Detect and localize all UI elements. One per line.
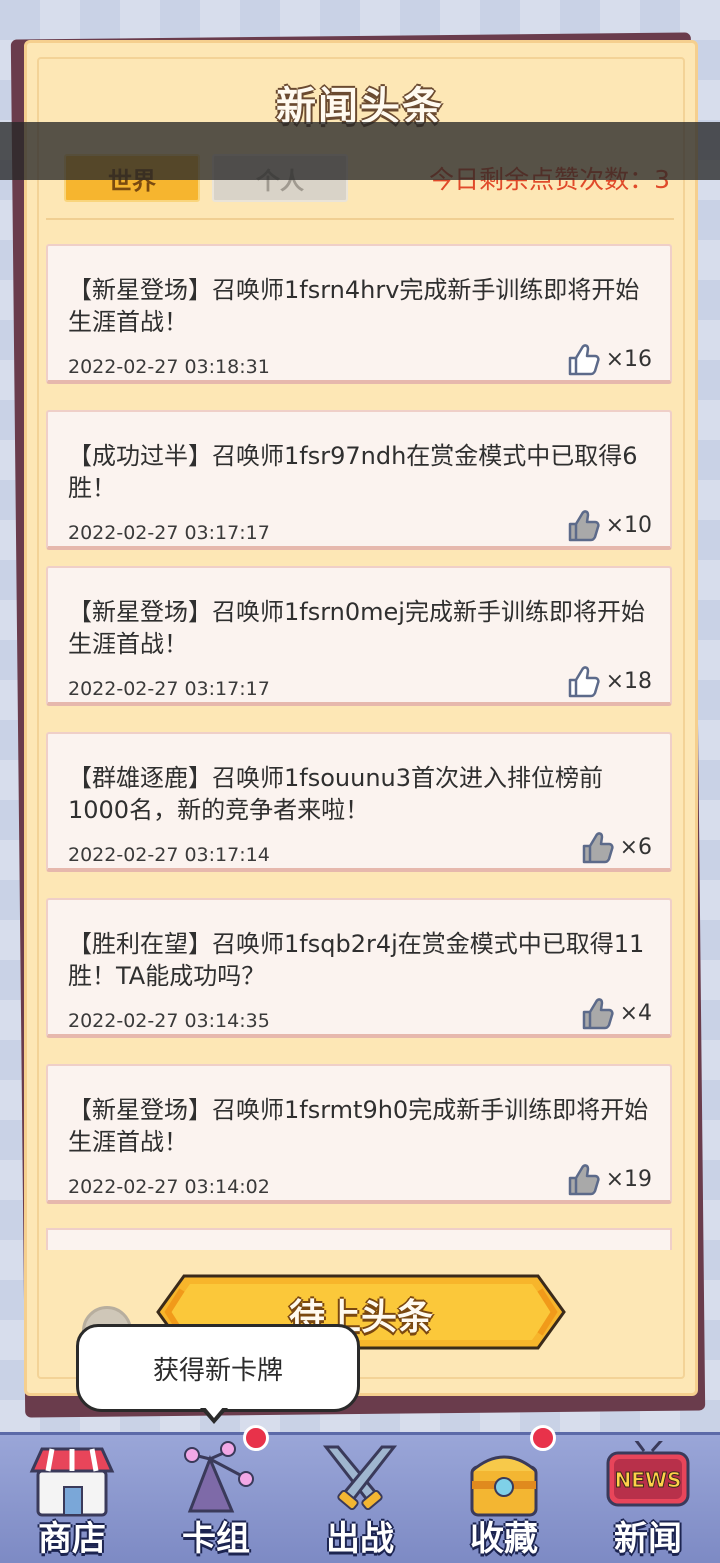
nav-collection[interactable]: 收藏 — [432, 1435, 576, 1563]
tooltip-tail-fill — [204, 1406, 224, 1418]
thumbs-up-outline-icon — [568, 666, 600, 698]
news-icon-text: NEWS — [615, 1468, 682, 1492]
nav-cards[interactable]: 卡组 — [144, 1435, 288, 1563]
nav-label: 出战 — [326, 1519, 394, 1559]
news-card: 【新星登场】召唤师1fsrn4hrv完成新手训练即将开始生涯首战！ 2022-0… — [46, 244, 672, 384]
battle-icon — [322, 1445, 398, 1511]
news-timestamp: 2022-02-27 03:14:02 — [68, 1176, 270, 1198]
like-count: ×19 — [605, 1166, 652, 1192]
like-count: ×18 — [605, 668, 652, 694]
status-overlay — [0, 122, 720, 180]
notification-badge — [243, 1425, 269, 1451]
news-text: 【群雄逐鹿】召唤师1fsouunu3首次进入排位榜前1000名，新的竞争者来啦！ — [68, 764, 604, 824]
news-card: 【成功过半】召唤师1fsr97ndh在赏金模式中已取得6胜！ 2022-02-2… — [46, 410, 672, 550]
news-feed[interactable]: 【新星登场】召唤师1fsrn4hrv完成新手训练即将开始生涯首战！ 2022-0… — [44, 244, 676, 1250]
collection-icon — [470, 1455, 538, 1517]
like-count: ×10 — [605, 512, 652, 538]
like-button[interactable]: ×18 — [564, 661, 652, 701]
news-card: 【群雄逐鹿】召唤师1fsouunu3首次进入排位榜前1000名，新的竞争者来啦！… — [46, 732, 672, 872]
nav-label: 卡组 — [182, 1519, 250, 1559]
news-text: 【成功过半】召唤师1fsr97ndh在赏金模式中已取得6胜！ — [68, 442, 638, 502]
news-card: 【新星登场】召唤师1fsrmt9h0完成新手训练即将开始生涯首战！ 2022-0… — [46, 1064, 672, 1204]
thumbs-up-filled-icon — [568, 510, 600, 542]
thumbs-up-filled-icon — [582, 832, 614, 864]
like-button[interactable]: ×19 — [564, 1159, 652, 1199]
divider — [46, 218, 674, 220]
cards-icon — [184, 1441, 254, 1513]
nav-shop[interactable]: 商店 — [0, 1435, 144, 1563]
notification-badge — [530, 1425, 556, 1451]
shop-icon — [29, 1447, 115, 1517]
news-card: 【新星登场】召唤师1fsrn0mej完成新手训练即将开始生涯首战！ 2022-0… — [46, 566, 672, 706]
nav-news[interactable]: NEWS 新闻 — [576, 1435, 720, 1563]
news-timestamp: 2022-02-27 03:14:35 — [68, 1010, 270, 1032]
tooltip: 获得新卡牌 — [76, 1324, 360, 1412]
news-timestamp: 2022-02-27 03:18:31 — [68, 356, 270, 378]
thumbs-up-filled-icon — [568, 1164, 600, 1196]
news-card-partial — [46, 1228, 672, 1250]
thumbs-up-outline-icon — [568, 344, 600, 376]
like-button[interactable]: ×10 — [564, 505, 652, 545]
like-button[interactable]: ×16 — [564, 339, 652, 379]
news-text: 【胜利在望】召唤师1fsqb2r4j在赏金模式中已取得11胜！TA能成功吗？ — [68, 930, 645, 990]
news-text: 【新星登场】召唤师1fsrmt9h0完成新手训练即将开始生涯首战！ — [68, 1096, 649, 1156]
nav-battle[interactable]: 出战 — [288, 1435, 432, 1563]
news-timestamp: 2022-02-27 03:17:14 — [68, 844, 270, 866]
thumbs-up-filled-icon — [582, 998, 614, 1030]
nav-label: 新闻 — [614, 1519, 682, 1559]
like-button[interactable]: ×6 — [578, 827, 652, 867]
news-card: 【胜利在望】召唤师1fsqb2r4j在赏金模式中已取得11胜！TA能成功吗？ 2… — [46, 898, 672, 1038]
like-button[interactable]: ×4 — [578, 993, 652, 1033]
news-timestamp: 2022-02-27 03:17:17 — [68, 522, 270, 544]
news-timestamp: 2022-02-27 03:17:17 — [68, 678, 270, 700]
bottom-nav: 商店 卡组 出战 收藏 NEWS 新闻 — [0, 1425, 720, 1563]
nav-label: 商店 — [38, 1519, 106, 1559]
nav-label: 收藏 — [470, 1519, 538, 1559]
like-count: ×4 — [619, 1000, 652, 1026]
like-count: ×16 — [605, 346, 652, 372]
news-icon: NEWS — [606, 1441, 690, 1507]
news-text: 【新星登场】召唤师1fsrn4hrv完成新手训练即将开始生涯首战！ — [68, 276, 640, 336]
news-text: 【新星登场】召唤师1fsrn0mej完成新手训练即将开始生涯首战！ — [68, 598, 645, 658]
like-count: ×6 — [619, 834, 652, 860]
tooltip-text: 获得新卡牌 — [152, 1355, 283, 1386]
